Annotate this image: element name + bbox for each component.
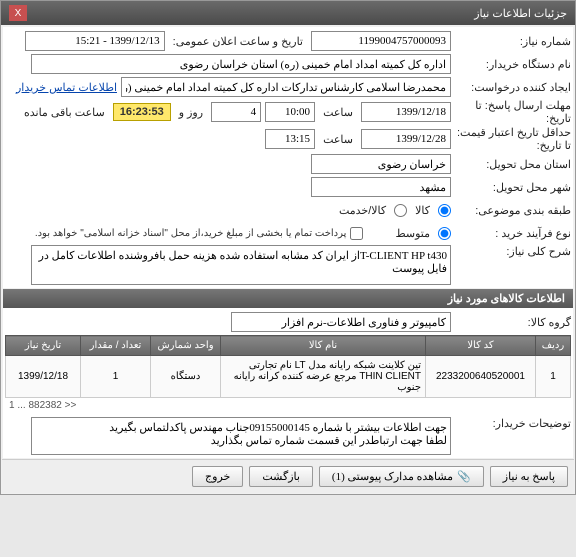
row-reqno: شماره نیاز: تاریخ و ساعت اعلان عمومی: <box>5 30 571 52</box>
row-deliv-city: شهر محل تحویل: <box>5 176 571 198</box>
reqno-label: شماره نیاز: <box>451 35 571 48</box>
creator-label: ایجاد کننده درخواست: <box>451 81 571 94</box>
process-opt1-label: متوسط <box>391 227 434 240</box>
row-desc: شرح کلی نیاز: T-CLIENT HP t430از ایران ک… <box>5 245 571 285</box>
reqno-field[interactable] <box>311 31 451 51</box>
close-icon[interactable]: X <box>9 5 27 21</box>
time-label-1: ساعت <box>319 106 357 119</box>
deliv-city-label: شهر محل تحویل: <box>451 181 571 194</box>
desc-label: شرح کلی نیاز: <box>451 245 571 258</box>
content: شماره نیاز: تاریخ و ساعت اعلان عمومی: نا… <box>1 25 575 494</box>
buyer-notes-label: توضیحات خریدار: <box>451 417 571 430</box>
form: شماره نیاز: تاریخ و ساعت اعلان عمومی: نا… <box>3 27 573 288</box>
table-header-row: ردیف کد کالا نام کالا واحد شمارش تعداد /… <box>6 336 571 356</box>
col-row: ردیف <box>536 336 571 356</box>
time-label-2: ساعت <box>319 133 357 146</box>
footer: پاسخ به نیاز 📎 مشاهده مدارک پیوستی (1) ب… <box>2 459 574 493</box>
row-buyer-notes: توضیحات خریدار: جهت اطلاعات بیشتر با شما… <box>5 417 571 455</box>
back-button[interactable]: بازگشت <box>249 466 313 487</box>
pubdate-field[interactable] <box>25 31 165 51</box>
window: جزئیات اطلاعات نیاز X شماره نیاز: تاریخ … <box>0 0 576 495</box>
table-row[interactable]: 1 2233200640520001 تین کلاینت شبکه رایان… <box>6 356 571 398</box>
cell-qty: 1 <box>81 356 151 398</box>
row-creator: ایجاد کننده درخواست: اطلاعات تماس خریدار <box>5 76 571 98</box>
deliv-prov-label: استان محل تحویل: <box>451 158 571 171</box>
main-section: شماره نیاز: تاریخ و ساعت اعلان عمومی: نا… <box>3 27 573 288</box>
exit-button[interactable]: خروج <box>192 466 243 487</box>
cell-unit: دستگاه <box>151 356 221 398</box>
row-process: نوع فرآیند خرید : متوسط پرداخت تمام یا ب… <box>5 222 571 244</box>
pubdate-label: تاریخ و ساعت اعلان عمومی: <box>169 35 307 48</box>
row-item-group: گروه کالا: <box>5 311 571 333</box>
row-buyer: نام دستگاه خریدار: <box>5 53 571 75</box>
attachments-label: مشاهده مدارک پیوستی (1) <box>332 470 453 483</box>
window-title: جزئیات اطلاعات نیاز <box>474 7 567 20</box>
desc-field[interactable]: T-CLIENT HP t430از ایران کد مشابه استفاد… <box>31 245 451 285</box>
remain-label: ساعت باقی مانده <box>20 106 109 119</box>
col-date: تاریخ نیاز <box>6 336 81 356</box>
deadline-time-field[interactable] <box>265 102 315 122</box>
process-radio-medium[interactable] <box>438 227 451 240</box>
days-label: روز و <box>175 106 207 119</box>
cell-date: 1399/12/18 <box>6 356 81 398</box>
price-valid-date-field[interactable] <box>361 129 451 149</box>
group-label: طبقه بندی موضوعی: <box>451 204 571 217</box>
group-opt1-label: کالا <box>411 204 434 217</box>
deadline-date-field[interactable] <box>361 102 451 122</box>
items-header: اطلاعات کالاهای مورد نیاز <box>3 289 573 308</box>
attachments-button[interactable]: 📎 مشاهده مدارک پیوستی (1) <box>319 466 484 487</box>
cell-code: 2233200640520001 <box>426 356 536 398</box>
group-radio-goods[interactable] <box>438 204 451 217</box>
treasury-checkbox[interactable] <box>350 227 363 240</box>
group-opt2-label: کالا/خدمت <box>335 204 390 217</box>
titlebar: جزئیات اطلاعات نیاز X <box>1 1 575 25</box>
deliv-city-field[interactable] <box>311 177 451 197</box>
col-name: نام کالا <box>221 336 426 356</box>
countdown-timer: 16:23:53 <box>113 103 171 121</box>
paperclip-icon: 📎 <box>457 470 471 483</box>
row-price-valid: حداقل تاریخ اعتبار قیمت: تا تاریخ: ساعت <box>5 126 571 152</box>
row-deadline: مهلت ارسال پاسخ: تا تاریخ: ساعت روز و 16… <box>5 99 571 125</box>
price-valid-label: حداقل تاریخ اعتبار قیمت: تا تاریخ: <box>451 126 571 152</box>
col-qty: تعداد / مقدار <box>81 336 151 356</box>
items-table: ردیف کد کالا نام کالا واحد شمارش تعداد /… <box>5 335 571 398</box>
process-label: نوع فرآیند خرید : <box>451 227 571 240</box>
row-deliv-prov: استان محل تحویل: <box>5 153 571 175</box>
price-valid-time-field[interactable] <box>265 129 315 149</box>
row-group: طبقه بندی موضوعی: کالا کالا/خدمت <box>5 199 571 221</box>
cell-name: تین کلاینت شبکه رایانه مدل LT نام تجارتی… <box>221 356 426 398</box>
buyer-field[interactable] <box>31 54 451 74</box>
item-group-label: گروه کالا: <box>451 316 571 329</box>
items-section: اطلاعات کالاهای مورد نیاز گروه کالا: ردی… <box>3 289 573 458</box>
cell-row: 1 <box>536 356 571 398</box>
pager[interactable]: 1 ... 882382 >> <box>5 398 571 413</box>
process-note: پرداخت تمام یا بخشی از مبلغ خرید،از محل … <box>35 228 347 239</box>
buyer-notes-field[interactable]: جهت اطلاعات بیشتر با شماره 09155000145جن… <box>31 417 451 455</box>
reply-button[interactable]: پاسخ به نیاز <box>490 466 568 487</box>
col-code: کد کالا <box>426 336 536 356</box>
creator-field[interactable] <box>121 77 451 97</box>
deliv-prov-field[interactable] <box>311 154 451 174</box>
days-remain-field[interactable] <box>211 102 261 122</box>
col-unit: واحد شمارش <box>151 336 221 356</box>
deadline-label: مهلت ارسال پاسخ: تا تاریخ: <box>451 99 571 125</box>
item-group-field[interactable] <box>231 312 451 332</box>
buyer-label: نام دستگاه خریدار: <box>451 58 571 71</box>
group-radio-goods-service[interactable] <box>394 204 407 217</box>
contact-link[interactable]: اطلاعات تماس خریدار <box>16 81 117 94</box>
